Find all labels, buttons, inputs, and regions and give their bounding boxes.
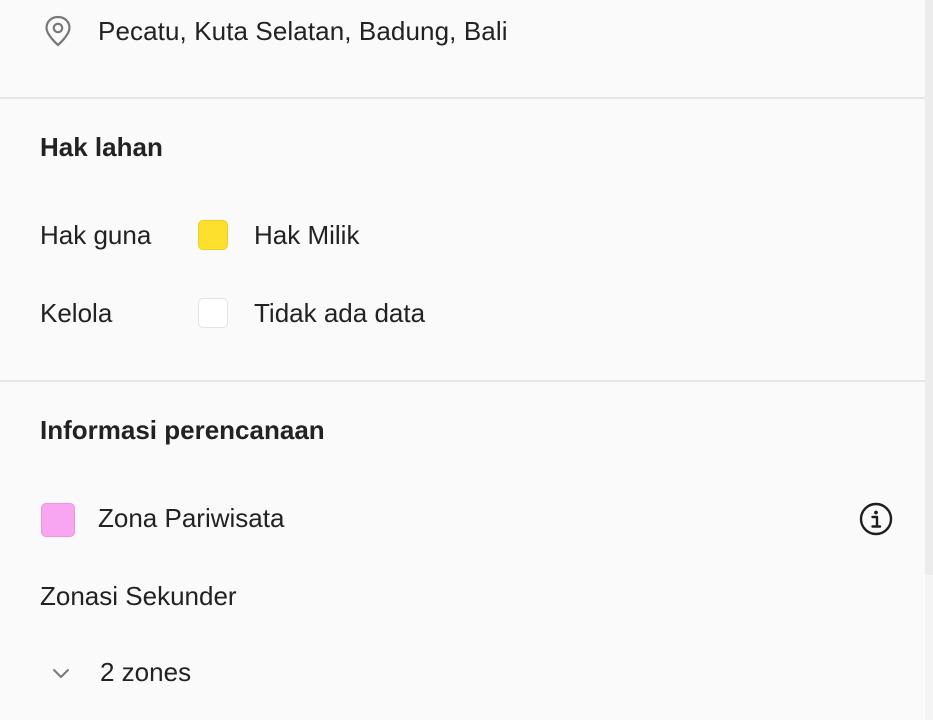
management-label: Kelola xyxy=(40,298,113,328)
management-swatch xyxy=(198,298,228,328)
secondary-zoning-title: Zonasi Sekunder xyxy=(40,581,237,611)
scrollbar-track[interactable] xyxy=(925,0,933,575)
parcel-info-panel: Pecatu, Kuta Selatan, Badung, Bali Hak l… xyxy=(0,0,933,720)
zone-swatch xyxy=(41,503,75,537)
address-row: Pecatu, Kuta Selatan, Badung, Bali xyxy=(42,8,508,54)
info-icon[interactable] xyxy=(859,502,893,536)
land-use-right-value: Hak Milik xyxy=(254,220,360,250)
secondary-zones-count: 2 zones xyxy=(100,657,192,687)
section-divider xyxy=(0,380,925,382)
chevron-down-icon xyxy=(50,662,72,684)
land-use-right-swatch xyxy=(198,220,228,250)
management-value: Tidak ada data xyxy=(254,298,426,328)
location-pin-icon xyxy=(42,15,74,47)
secondary-zones-toggle[interactable]: 2 zones xyxy=(50,657,191,688)
zone-label: Zona Pariwisata xyxy=(98,503,285,533)
land-rights-title: Hak lahan xyxy=(40,132,163,162)
land-use-right-label: Hak guna xyxy=(40,220,152,250)
address-text: Pecatu, Kuta Selatan, Badung, Bali xyxy=(98,15,508,46)
section-divider xyxy=(0,97,925,99)
scrollbar-track-lower xyxy=(925,575,933,720)
planning-info-title: Informasi perencanaan xyxy=(40,415,325,445)
